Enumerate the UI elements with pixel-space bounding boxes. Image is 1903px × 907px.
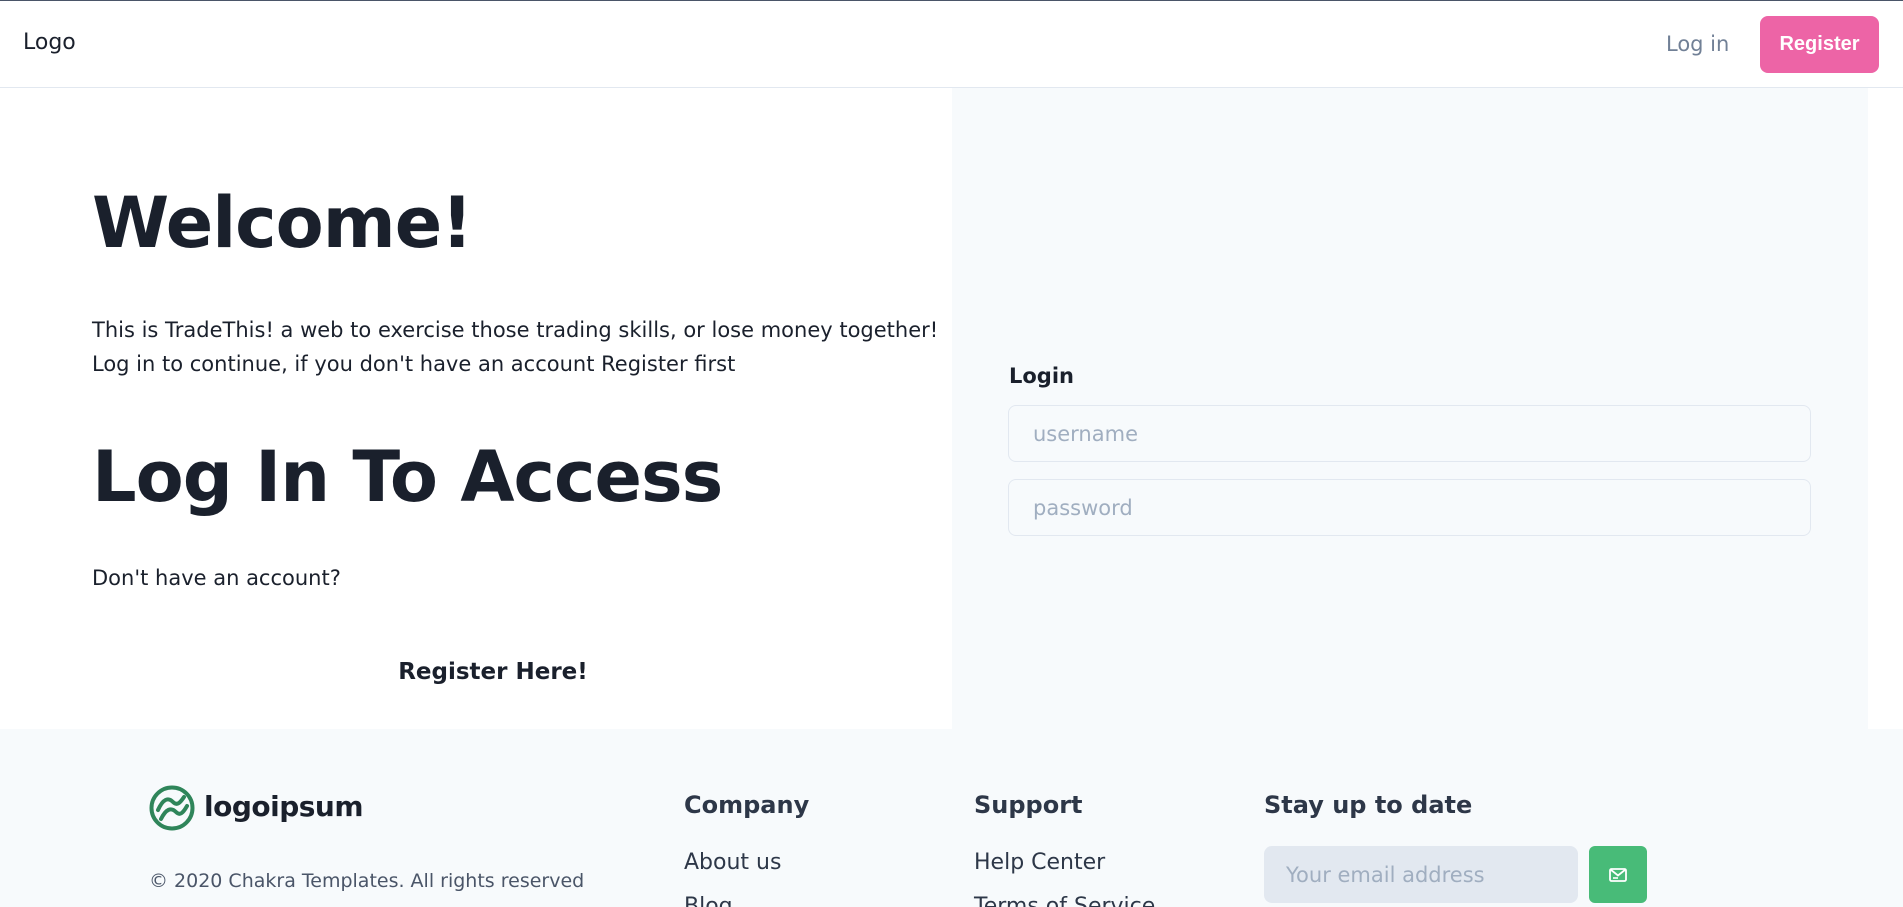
- register-button[interactable]: Register: [1760, 16, 1879, 73]
- terms-of-service-link[interactable]: Terms of Service: [974, 894, 1155, 907]
- footer-brand-name[interactable]: logoipsum: [204, 790, 364, 823]
- login-label: Login: [1009, 364, 1074, 388]
- about-us-link[interactable]: About us: [684, 850, 781, 875]
- support-heading: Support: [974, 791, 1083, 819]
- intro-text: This is TradeThis! a web to exercise tho…: [92, 313, 952, 381]
- help-center-link[interactable]: Help Center: [974, 850, 1105, 875]
- intro-line-2: Log in to continue, if you don't have an…: [92, 352, 736, 376]
- username-input[interactable]: [1008, 405, 1811, 462]
- password-input[interactable]: [1008, 479, 1811, 536]
- top-nav: Logo Log in Register: [0, 0, 1903, 88]
- no-account-text: Don't have an account?: [92, 566, 341, 590]
- register-here-button[interactable]: Register Here!: [380, 652, 606, 692]
- newsletter-heading: Stay up to date: [1264, 791, 1473, 819]
- login-link[interactable]: Log in: [1666, 32, 1729, 56]
- welcome-heading: Welcome!: [92, 182, 473, 264]
- intro-line-1: This is TradeThis! a web to exercise tho…: [92, 318, 939, 342]
- login-access-heading: Log In To Access: [92, 436, 723, 518]
- nav-logo[interactable]: Logo: [23, 30, 76, 55]
- logoipsum-icon: [149, 785, 195, 831]
- subscribe-button[interactable]: [1589, 846, 1647, 903]
- company-heading: Company: [684, 791, 810, 819]
- newsletter-email-input[interactable]: [1264, 846, 1578, 903]
- copyright-text: © 2020 Chakra Templates. All rights rese…: [149, 870, 585, 892]
- page: Logo Log in Register Welcome! This is Tr…: [0, 0, 1903, 907]
- mail-icon: [1609, 867, 1627, 882]
- blog-link[interactable]: Blog: [684, 894, 733, 907]
